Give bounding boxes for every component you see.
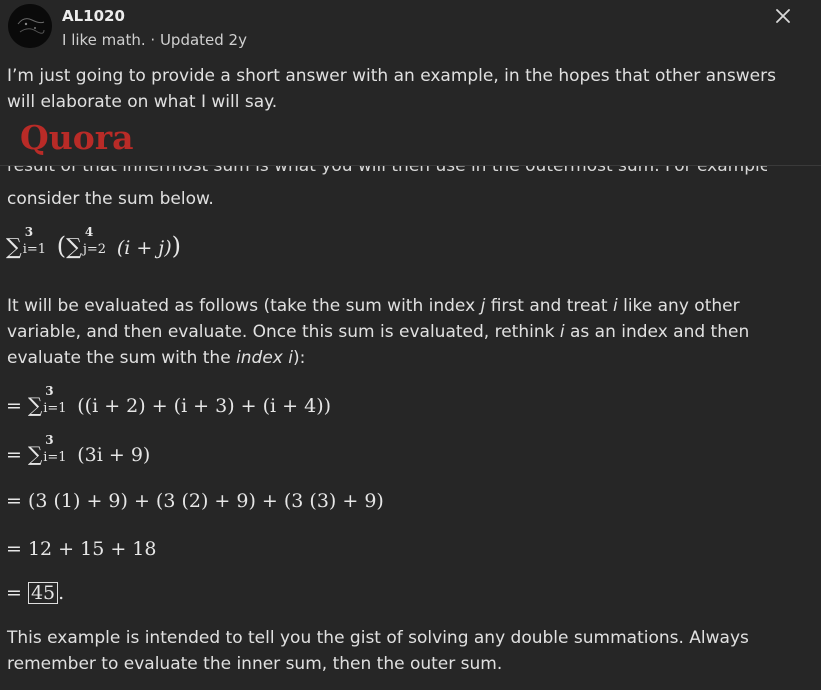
step-3: = (3 (1) + 9) + (3 (2) + 9) + (3 (3) + 9… (6, 490, 384, 512)
boxed-answer: 45 (27, 582, 59, 604)
avatar[interactable] (8, 4, 52, 48)
step-4: = 12 + 15 + 18 (6, 538, 157, 560)
step-1: = ∑ 3 i=1 ((i + 2) + (i + 3) + (i + 4)) (6, 384, 332, 417)
intro-paragraph: I’m just going to provide a short answer… (7, 66, 776, 112)
conclusion-paragraph: This example is intended to tell you the… (7, 628, 749, 674)
author-credential: I like math. · Updated 2y (62, 31, 247, 49)
author-name[interactable]: AL1020 (62, 7, 125, 25)
double-sum-expression: ∑ 3 i=1 (∑ 4 j=2 (i + j)) (6, 225, 181, 260)
explanation-paragraph: It will be evaluated as follows (take th… (7, 296, 750, 368)
step-2: = ∑ 3 i=1 (3i + 9) (6, 433, 151, 466)
close-button[interactable] (768, 2, 798, 30)
close-icon (776, 9, 790, 23)
inner-body: (i + j) (116, 237, 172, 259)
consider-text: consider the sum below. (7, 189, 214, 209)
step-5: = 45. (6, 582, 65, 604)
quora-logo[interactable]: Quora (20, 118, 134, 157)
